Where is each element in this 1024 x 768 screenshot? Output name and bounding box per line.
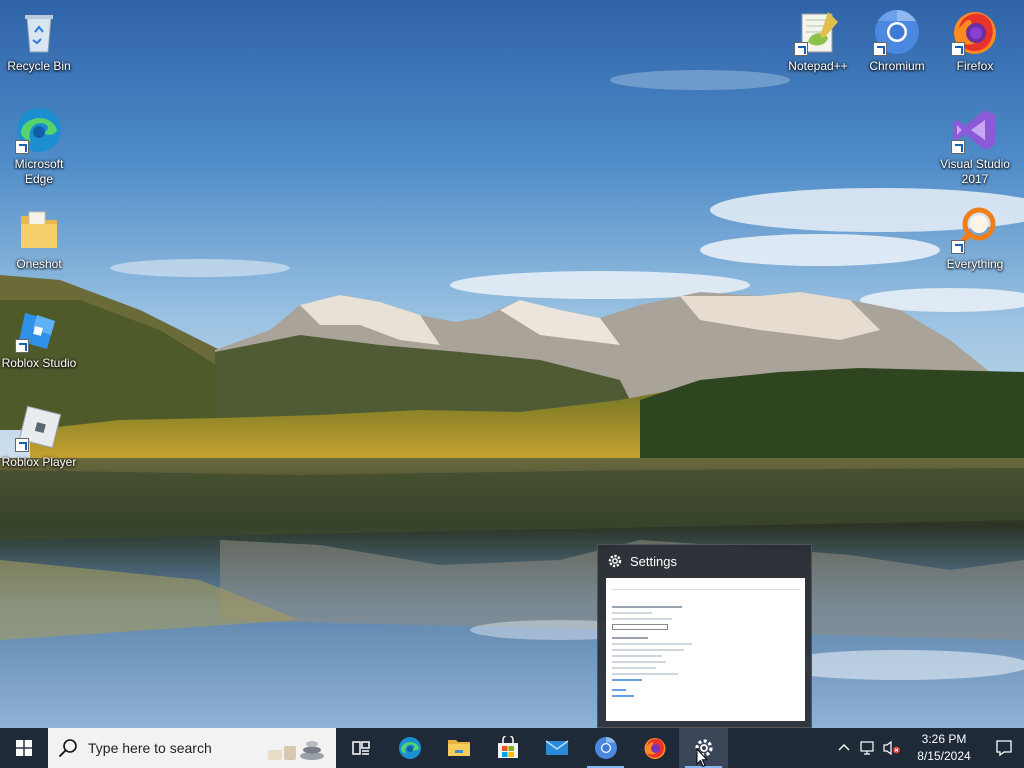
volume-muted-icon (883, 740, 900, 756)
desktop-icon-label: Chromium (869, 59, 925, 73)
chromium-icon (873, 8, 921, 56)
network-icon (860, 741, 874, 755)
notification-icon (996, 740, 1012, 757)
desktop-icon-label: Recycle Bin (7, 59, 71, 73)
desktop-icon-label: Microsoft Edge (14, 157, 64, 186)
desktop-icon-label: Firefox (956, 59, 994, 73)
chromium-icon (594, 737, 617, 759)
taskbar-search-box[interactable] (48, 728, 336, 768)
windows-logo-icon (16, 740, 32, 756)
desktop-icon-roblox-player[interactable]: Roblox Player (0, 404, 78, 470)
thumbnail-window-image (606, 578, 805, 721)
taskbar: 3:26 PM 8/15/2024 (0, 728, 1024, 768)
folder-icon (15, 206, 63, 254)
desktop-icon-everything[interactable]: Everything (936, 206, 1014, 272)
taskbar-mail-button[interactable] (532, 728, 581, 768)
taskbar-edge-button[interactable] (385, 728, 434, 768)
show-hidden-icons-button[interactable] (832, 728, 856, 768)
desktop-wallpaper (0, 0, 1024, 728)
system-tray: 3:26 PM 8/15/2024 (832, 728, 1024, 768)
desktop-icon-visual-studio[interactable]: Visual Studio 2017 (936, 106, 1014, 187)
start-button[interactable] (0, 728, 48, 768)
chevron-up-icon (838, 744, 850, 751)
taskbar-store-button[interactable] (483, 728, 532, 768)
network-tray-button[interactable] (856, 728, 880, 768)
roblox-player-icon (15, 404, 63, 452)
desktop-icon-label: Roblox Studio (1, 356, 77, 370)
gear-icon (608, 554, 622, 568)
clock-date: 8/15/2024 (917, 749, 971, 763)
taskbar-chromium-button[interactable] (581, 728, 630, 768)
notepad-plus-plus-icon (794, 8, 842, 56)
roblox-studio-icon (15, 305, 63, 353)
clock-time: 3:26 PM (921, 732, 967, 746)
desktop-icon-roblox-studio[interactable]: Roblox Studio (0, 305, 78, 371)
settings-thumbnail-preview[interactable]: Settings (597, 544, 812, 728)
desktop-icon-firefox[interactable]: Firefox (936, 8, 1014, 74)
desktop-icon-chromium[interactable]: Chromium (858, 8, 936, 74)
edge-icon (15, 106, 63, 154)
desktop-icon-oneshot[interactable]: Oneshot (0, 206, 78, 272)
desktop-icon-label: Oneshot (16, 257, 62, 271)
desktop-icon-label: Notepad++ (788, 59, 848, 73)
firefox-icon (951, 8, 999, 56)
mail-icon (545, 740, 568, 755)
action-center-button[interactable] (984, 728, 1024, 768)
search-input[interactable] (88, 740, 258, 756)
taskbar-file-explorer-button[interactable] (434, 728, 483, 768)
desktop-icon-label: Everything (946, 257, 1004, 271)
desktop-icon-label: Visual Studio 2017 (940, 157, 1010, 186)
search-highlight-image (268, 741, 324, 760)
everything-search-icon (951, 206, 999, 254)
taskbar-clock[interactable]: 3:26 PM 8/15/2024 (904, 731, 984, 765)
task-view-icon (351, 741, 370, 755)
visual-studio-icon (951, 106, 999, 154)
task-view-button[interactable] (336, 728, 385, 768)
desktop-icon-recycle-bin[interactable]: Recycle Bin (0, 8, 78, 74)
edge-icon (398, 737, 421, 759)
desktop-icon-notepad-plus-plus[interactable]: Notepad++ (779, 8, 857, 74)
firefox-icon (644, 738, 665, 759)
mouse-cursor-icon (696, 748, 708, 768)
recycle-bin-icon (15, 8, 63, 56)
desktop-icon-label: Roblox Player (1, 455, 77, 469)
thumbnail-title: Settings (630, 553, 677, 569)
search-icon (59, 739, 77, 757)
file-explorer-icon (447, 740, 470, 756)
desktop-icon-microsoft-edge[interactable]: Microsoft Edge (0, 106, 78, 187)
microsoft-store-icon (497, 736, 518, 758)
taskbar-firefox-button[interactable] (630, 728, 679, 768)
thumbnail-header: Settings (598, 545, 811, 577)
volume-tray-button[interactable] (880, 728, 904, 768)
